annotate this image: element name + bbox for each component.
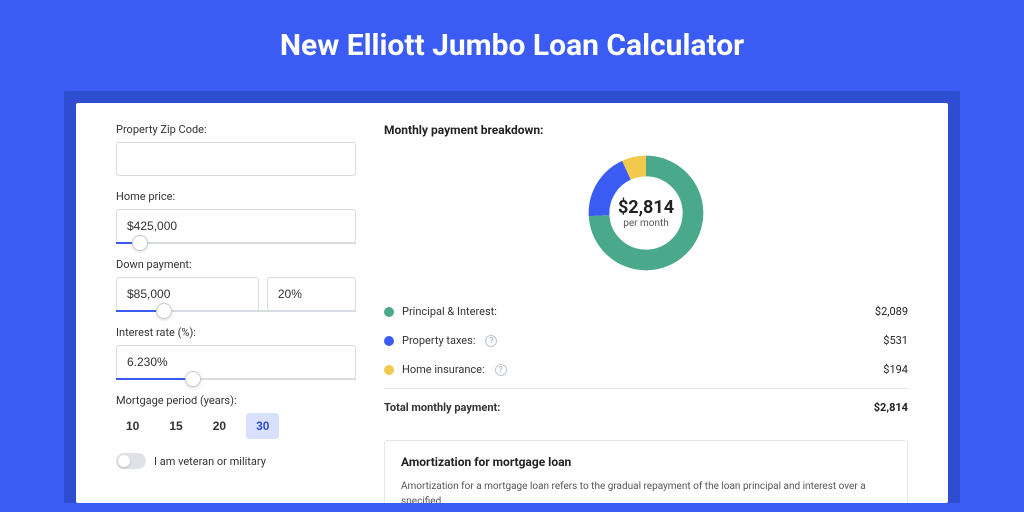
- legend-value: $194: [883, 363, 908, 376]
- page-title: New Elliott Jumbo Loan Calculator: [64, 28, 960, 63]
- home-price-field: Home price:: [116, 190, 356, 244]
- down-payment-field: Down payment:: [116, 258, 356, 312]
- legend-row-tax: Property taxes: ? $531: [384, 326, 908, 355]
- interest-rate-label: Interest rate (%):: [116, 326, 356, 339]
- interest-rate-slider-fill: [116, 378, 193, 380]
- donut-value: $2,814: [618, 197, 674, 218]
- legend-value: $2,089: [875, 305, 908, 318]
- amortization-text: Amortization for a mortgage loan refers …: [401, 479, 891, 503]
- calculator-card: Property Zip Code: Home price: Down paym…: [76, 103, 948, 503]
- mortgage-period-field: Mortgage period (years): 10 15 20 30: [116, 394, 356, 439]
- interest-rate-slider[interactable]: [116, 378, 356, 380]
- legend-row-total: Total monthly payment: $2,814: [384, 388, 908, 422]
- legend-label: Home insurance:: [402, 363, 485, 376]
- period-option-30[interactable]: 30: [246, 413, 279, 439]
- donut-chart-wrap: $2,814 per month: [384, 151, 908, 275]
- interest-rate-input[interactable]: [116, 345, 356, 379]
- down-payment-slider-thumb[interactable]: [156, 303, 172, 319]
- dot-icon: [384, 307, 394, 317]
- interest-rate-slider-thumb[interactable]: [185, 371, 201, 387]
- veteran-row: I am veteran or military: [116, 453, 356, 469]
- home-price-slider-thumb[interactable]: [132, 235, 148, 251]
- period-option-20[interactable]: 20: [203, 413, 236, 439]
- veteran-label: I am veteran or military: [154, 455, 266, 468]
- legend-row-pi: Principal & Interest: $2,089: [384, 297, 908, 326]
- total-label: Total monthly payment:: [384, 401, 500, 414]
- legend-value: $531: [883, 334, 908, 347]
- down-payment-label: Down payment:: [116, 258, 356, 271]
- legend-label: Property taxes:: [402, 334, 475, 347]
- down-payment-input[interactable]: [116, 277, 259, 311]
- period-option-10[interactable]: 10: [116, 413, 149, 439]
- period-option-15[interactable]: 15: [159, 413, 192, 439]
- zip-label: Property Zip Code:: [116, 123, 356, 136]
- mortgage-period-options: 10 15 20 30: [116, 413, 356, 439]
- info-icon[interactable]: ?: [485, 335, 497, 347]
- down-payment-slider[interactable]: [116, 310, 356, 312]
- dot-icon: [384, 365, 394, 375]
- veteran-toggle[interactable]: [116, 453, 146, 469]
- card-shadow: Property Zip Code: Home price: Down paym…: [64, 91, 960, 503]
- breakdown-panel: Monthly payment breakdown: $2,814 per mo…: [384, 123, 908, 503]
- amortization-heading: Amortization for mortgage loan: [401, 455, 891, 469]
- home-price-label: Home price:: [116, 190, 356, 203]
- form-panel: Property Zip Code: Home price: Down paym…: [116, 123, 356, 503]
- dot-icon: [384, 336, 394, 346]
- legend-label: Principal & Interest:: [402, 305, 497, 318]
- donut-chart: $2,814 per month: [584, 151, 708, 275]
- info-icon[interactable]: ?: [495, 364, 507, 376]
- interest-rate-field: Interest rate (%):: [116, 326, 356, 380]
- home-price-input[interactable]: [116, 209, 356, 243]
- zip-input[interactable]: [116, 142, 356, 176]
- total-value: $2,814: [874, 401, 908, 414]
- down-payment-pct-input[interactable]: [267, 277, 356, 311]
- zip-field: Property Zip Code:: [116, 123, 356, 176]
- breakdown-heading: Monthly payment breakdown:: [384, 123, 908, 137]
- amortization-box: Amortization for mortgage loan Amortizat…: [384, 440, 908, 503]
- mortgage-period-label: Mortgage period (years):: [116, 394, 356, 407]
- donut-sub: per month: [623, 218, 669, 229]
- home-price-slider[interactable]: [116, 242, 356, 244]
- donut-center: $2,814 per month: [584, 151, 708, 275]
- legend-row-ins: Home insurance: ? $194: [384, 355, 908, 384]
